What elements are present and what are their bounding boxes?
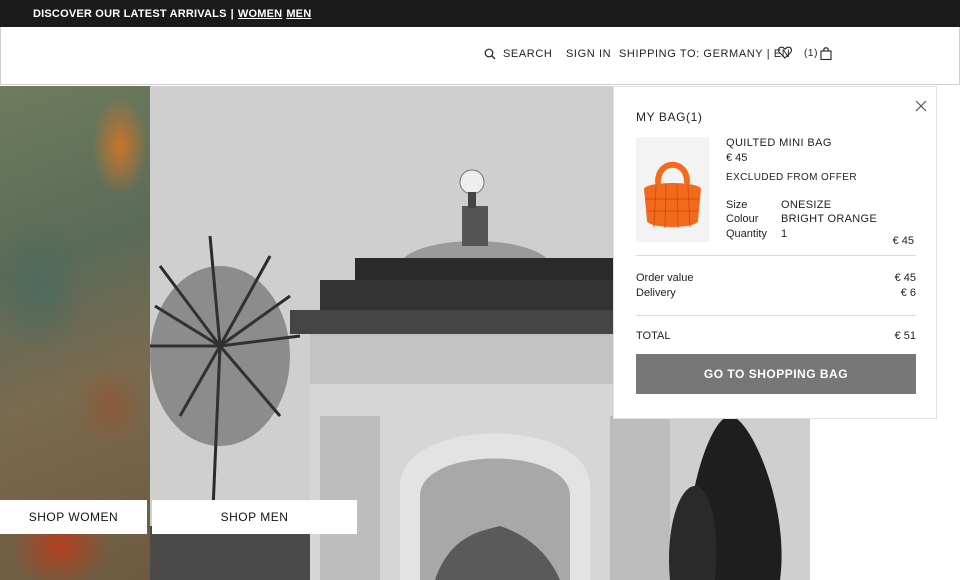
- announcement-text: DISCOVER OUR LATEST ARRIVALS: [33, 7, 227, 20]
- site-header: SEARCH SIGN IN SHIPPING TO: GERMANY | EN…: [0, 27, 960, 85]
- order-value-label: Order value: [636, 272, 694, 284]
- sign-in-link[interactable]: SIGN IN: [566, 48, 611, 60]
- quantity-label: Quantity: [726, 228, 767, 240]
- size-value: ONESIZE: [781, 199, 832, 211]
- announcement-bar: DISCOVER OUR LATEST ARRIVALS | WOMEN MEN: [0, 0, 960, 27]
- colour-label: Colour: [726, 213, 759, 225]
- go-to-shopping-bag-button[interactable]: GO TO SHOPPING BAG: [636, 354, 916, 394]
- total-value: € 51: [894, 330, 916, 342]
- product-price: € 45: [726, 152, 748, 164]
- mini-bag-title: MY BAG(1): [636, 110, 703, 124]
- order-value-row: Order value € 45: [636, 272, 916, 284]
- shopping-bag-icon: [820, 47, 832, 60]
- shipping-selector[interactable]: SHIPPING TO: GERMANY | EN: [619, 48, 790, 60]
- product-name[interactable]: QUILTED MINI BAG: [726, 137, 832, 149]
- colour-row: Colour BRIGHT ORANGE: [726, 213, 877, 225]
- quantity-row: Quantity 1: [726, 228, 787, 240]
- product-thumbnail[interactable]: [636, 137, 709, 242]
- shop-men-button[interactable]: SHOP MEN: [152, 500, 357, 534]
- order-value: € 45: [894, 272, 916, 284]
- bag-count: (1): [804, 48, 819, 59]
- bag-button[interactable]: (1): [804, 47, 832, 60]
- divider: [636, 315, 916, 316]
- announcement-link-men[interactable]: MEN: [286, 8, 311, 20]
- total-label: TOTAL: [636, 330, 671, 342]
- delivery-row: Delivery € 6: [636, 287, 916, 299]
- size-label: Size: [726, 199, 748, 211]
- mini-bag-popover: MY BAG(1) QUILTED MINI BAG € 45 EXCLUDED…: [613, 86, 937, 419]
- size-row: Size ONESIZE: [726, 199, 831, 211]
- delivery-label: Delivery: [636, 287, 676, 299]
- offer-note: EXCLUDED FROM OFFER: [726, 172, 857, 183]
- close-icon[interactable]: [914, 99, 928, 113]
- favourites-button[interactable]: [778, 46, 792, 59]
- heart-icon: [778, 46, 792, 59]
- total-row: TOTAL € 51: [636, 330, 916, 342]
- shop-women-button[interactable]: SHOP WOMEN: [0, 500, 147, 534]
- announcement-link-women[interactable]: WOMEN: [238, 8, 282, 20]
- search-button[interactable]: SEARCH: [484, 48, 552, 60]
- delivery-value: € 6: [900, 287, 916, 299]
- colour-value: BRIGHT ORANGE: [781, 213, 877, 225]
- divider: [636, 255, 916, 256]
- search-icon: [484, 48, 496, 60]
- announcement-separator: |: [230, 7, 234, 20]
- quilted-bag-image: [644, 161, 701, 229]
- search-label: SEARCH: [503, 48, 553, 60]
- item-line-total: € 45: [892, 235, 914, 247]
- quantity-value: 1: [781, 228, 788, 240]
